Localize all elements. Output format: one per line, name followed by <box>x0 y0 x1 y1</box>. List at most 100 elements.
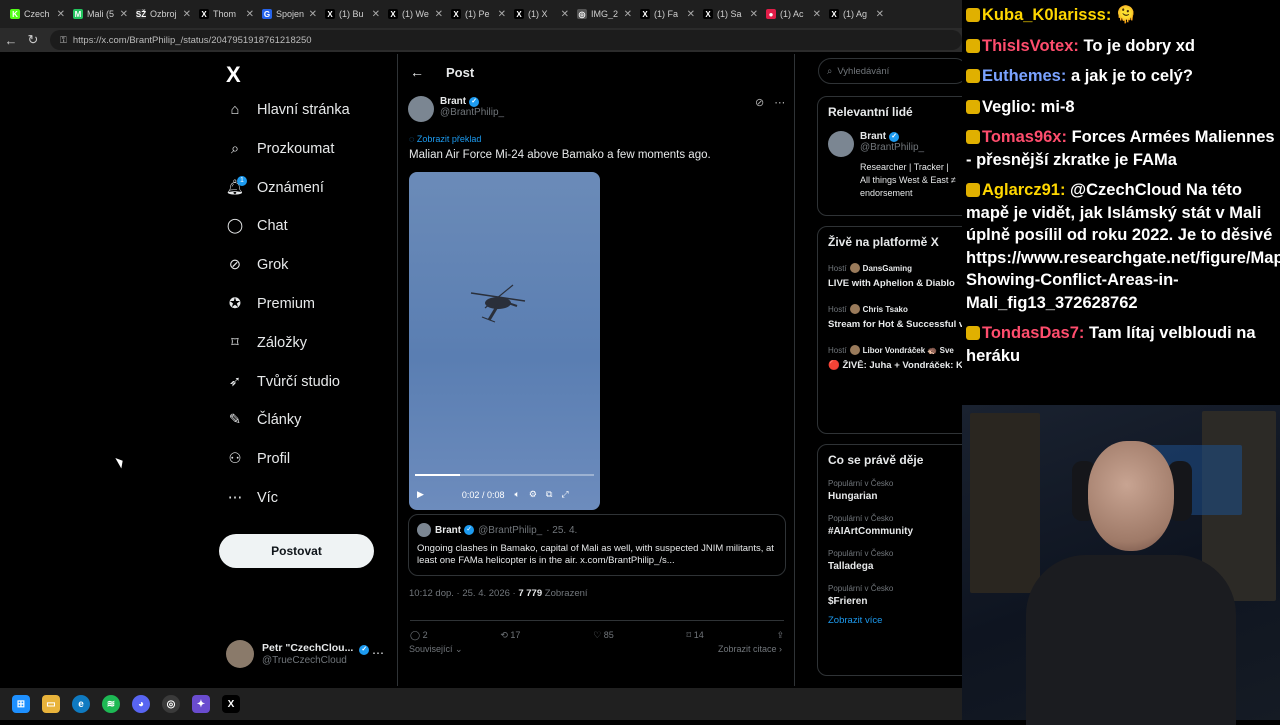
close-icon[interactable]: ✕ <box>120 9 128 20</box>
close-icon[interactable]: ✕ <box>246 9 254 20</box>
more-options-icon[interactable]: ⋯ <box>774 97 795 109</box>
close-icon[interactable]: ✕ <box>183 9 191 20</box>
trend-list: Populární v Česko Hungarian Populární v Če… <box>828 479 962 607</box>
live-item[interactable]: Hostí DansGaming LIVE with Aphelion & Diab… <box>828 263 962 290</box>
search-input[interactable]: ⌕ Vyhledávání <box>818 58 962 84</box>
edge-icon[interactable]: e <box>72 695 90 713</box>
volume-icon[interactable]: 🔈︎ <box>514 489 519 500</box>
post-author[interactable]: Brant ✓ @BrantPhilip_ <box>408 96 504 122</box>
browser-tab[interactable]: X (1) Sa ✕ <box>699 3 762 25</box>
browser-tab[interactable]: K Czech ✕ <box>6 3 69 25</box>
address-field[interactable]: ⚿ https://x.com/BrantPhilip_/status/2047… <box>50 30 962 50</box>
show-more-link[interactable]: Zobrazit více <box>828 615 962 626</box>
browser-tab[interactable]: SŽ Ozbroj ✕ <box>132 3 195 25</box>
trend-item[interactable]: Populární v Česko Talladega <box>828 549 962 572</box>
search-icon: ⌕ <box>230 140 240 157</box>
fullscreen-icon[interactable]: ⤢ <box>561 489 568 500</box>
sidebar-item-rocket[interactable]: ➶ Tvůrčí studio <box>226 368 340 396</box>
bookmark-button[interactable]: ⌑ 14 <box>687 630 704 641</box>
panel-title: Co se právě děje <box>828 453 924 467</box>
browser-tab[interactable]: X (1) Pe ✕ <box>447 3 510 25</box>
close-icon[interactable]: ✕ <box>372 9 380 20</box>
sidebar-item-bookmark[interactable]: ⌑ Záložky <box>226 329 307 357</box>
browser-tab[interactable]: G Spojen ✕ <box>258 3 321 25</box>
author-handle[interactable]: @BrantPhilip_ <box>440 107 504 118</box>
close-icon[interactable]: ✕ <box>309 9 317 20</box>
sidebar-item-search[interactable]: ⌕ Prozkoumat <box>226 135 334 163</box>
sidebar-item-grok[interactable]: ⊘ Grok <box>226 251 289 279</box>
video-player[interactable]: ▶ 0:02 / 0:08 🔈︎ ⚙︎ ⧉ ⤢ <box>409 172 600 510</box>
chat-text: @CzechCloud Na této mapě je vidět, jak I… <box>966 181 1280 312</box>
sidebar-item-premium[interactable]: ✪ Premium <box>226 290 315 318</box>
share-icon[interactable]: ⇪ <box>776 630 784 641</box>
quoted-post[interactable]: Brant ✓ @BrantPhilip_ · 25. 4. Ongoing cl… <box>408 514 786 576</box>
browser-tab[interactable]: X (1) Fa ✕ <box>636 3 699 25</box>
back-arrow-icon[interactable]: ← <box>410 64 424 80</box>
trend-item[interactable]: Populární v Česko Hungarian <box>828 479 962 502</box>
spotify-icon[interactable]: ≋ <box>102 695 120 713</box>
settings-icon[interactable]: ⚙︎ <box>529 489 537 500</box>
grok-icon[interactable]: ⊘ <box>755 97 774 109</box>
obs-icon[interactable]: ◎ <box>162 695 180 713</box>
browser-tab[interactable]: ● (1) Ac ✕ <box>762 3 825 25</box>
avatar[interactable] <box>408 96 434 122</box>
live-item[interactable]: Hostí Chris Tsako Stream for Hot & Success… <box>828 304 962 331</box>
back-arrow-icon[interactable]: ← <box>0 33 22 48</box>
close-icon[interactable]: ✕ <box>813 9 821 20</box>
badge-icon <box>966 130 980 144</box>
translate-link[interactable]: ◌ Zobrazit překlad <box>409 134 481 144</box>
browser-tab[interactable]: M Mali (5 ✕ <box>69 3 132 25</box>
show-quotes-link[interactable]: Zobrazit citace › <box>718 644 782 654</box>
trend-item[interactable]: Populární v Česko #AIArtCommunity <box>828 514 962 537</box>
chat-username: TondasDas7: <box>982 324 1085 342</box>
x-logo-icon[interactable]: X <box>226 62 241 88</box>
webcam-feed <box>962 405 1280 725</box>
sidebar-item-bell[interactable]: 🔔︎ Oznámení 1 <box>226 174 324 202</box>
play-icon[interactable]: ▶ <box>417 489 424 500</box>
post-button[interactable]: Postovat <box>219 534 374 568</box>
sidebar-item-home[interactable]: ⌂ Hlavní stránka <box>226 96 350 124</box>
close-icon[interactable]: ✕ <box>876 9 884 20</box>
more-options-icon[interactable]: ⋯ <box>372 646 384 660</box>
sidebar-item-article[interactable]: ✎ Články <box>226 406 301 434</box>
copilot-icon[interactable]: ✦ <box>192 695 210 713</box>
browser-tab[interactable]: X (1) Bu ✕ <box>321 3 384 25</box>
left-sidebar: X ⌂ Hlavní stránka ⌕ Prozkoumat 🔔︎ Oznámení 1 ◯… <box>4 54 394 686</box>
close-icon[interactable]: ✕ <box>687 9 695 20</box>
reply-button[interactable]: ◯ 2 <box>410 630 428 641</box>
relevant-name[interactable]: Brant ✓ <box>860 131 924 142</box>
close-icon[interactable]: ✕ <box>624 9 632 20</box>
avatar[interactable] <box>828 131 854 157</box>
sidebar-item-chat[interactable]: ◯ Chat <box>226 212 288 240</box>
trend-item[interactable]: Populární v Česko $Frieren <box>828 584 962 607</box>
reload-icon[interactable]: ↻ <box>22 32 44 48</box>
close-icon[interactable]: ✕ <box>57 9 65 20</box>
file-explorer-icon[interactable]: ▭ <box>42 695 60 713</box>
close-icon[interactable]: ✕ <box>750 9 758 20</box>
browser-tab[interactable]: X Thom ✕ <box>195 3 258 25</box>
like-button[interactable]: ♡ 85 <box>593 630 614 641</box>
sidebar-item-more[interactable]: ⋯ Víc <box>226 484 278 512</box>
x-app-icon[interactable]: X <box>222 695 240 713</box>
live-item[interactable]: Hostí Libor Vondráček 🦔 Sve 🔴 ŽIVĚ: Juha +… <box>828 345 962 372</box>
tab-favicon-icon: X <box>199 9 209 19</box>
account-switcher[interactable]: Petr "CzechClou... ✓ @TrueCzechCloud ⋯ <box>226 640 384 668</box>
tab-favicon-icon: K <box>10 9 20 19</box>
windows-start-icon[interactable]: ⊞ <box>12 695 30 713</box>
site-info-icon[interactable]: ⚿ <box>60 35 67 46</box>
browser-tab[interactable]: ◎ IMG_2 ✕ <box>573 3 636 25</box>
browser-tab[interactable]: X (1) Ag ✕ <box>825 3 888 25</box>
close-icon[interactable]: ✕ <box>498 9 506 20</box>
browser-tab[interactable]: X (1) X ✕ <box>510 3 573 25</box>
discord-icon[interactable]: ◕ <box>132 695 150 713</box>
close-icon[interactable]: ✕ <box>561 9 569 20</box>
browser-tab[interactable]: X (1) We ✕ <box>384 3 447 25</box>
close-icon[interactable]: ✕ <box>435 9 443 20</box>
author-name[interactable]: Brant ✓ <box>440 96 504 107</box>
pip-icon[interactable]: ⧉ <box>546 489 552 500</box>
tab-favicon-icon: G <box>262 9 272 19</box>
live-panel: Živě na platformě X Hostí DansGaming LIVE … <box>817 226 962 434</box>
related-tab[interactable]: Související ⌄ <box>409 644 463 655</box>
repost-button[interactable]: ⟲ 17 <box>500 630 520 641</box>
sidebar-item-profile[interactable]: ⚇ Profil <box>226 445 291 473</box>
